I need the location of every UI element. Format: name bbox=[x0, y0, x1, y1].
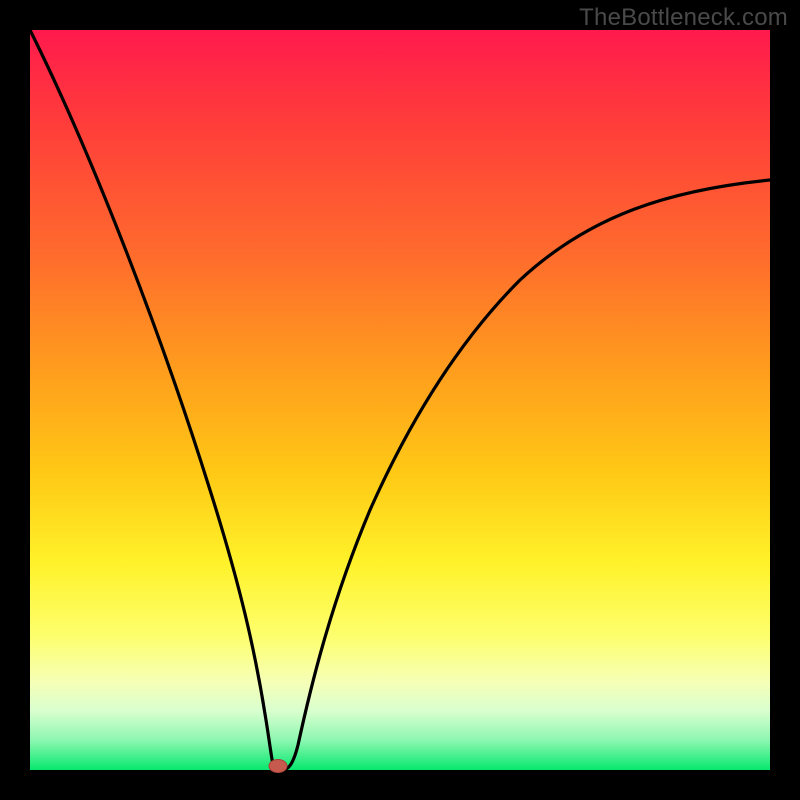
plot-area bbox=[30, 30, 770, 770]
curve-layer bbox=[30, 30, 770, 770]
watermark-text: TheBottleneck.com bbox=[579, 4, 788, 32]
chart-frame: TheBottleneck.com bbox=[0, 0, 800, 800]
minimum-marker bbox=[269, 760, 287, 773]
bottleneck-curve bbox=[30, 30, 770, 770]
